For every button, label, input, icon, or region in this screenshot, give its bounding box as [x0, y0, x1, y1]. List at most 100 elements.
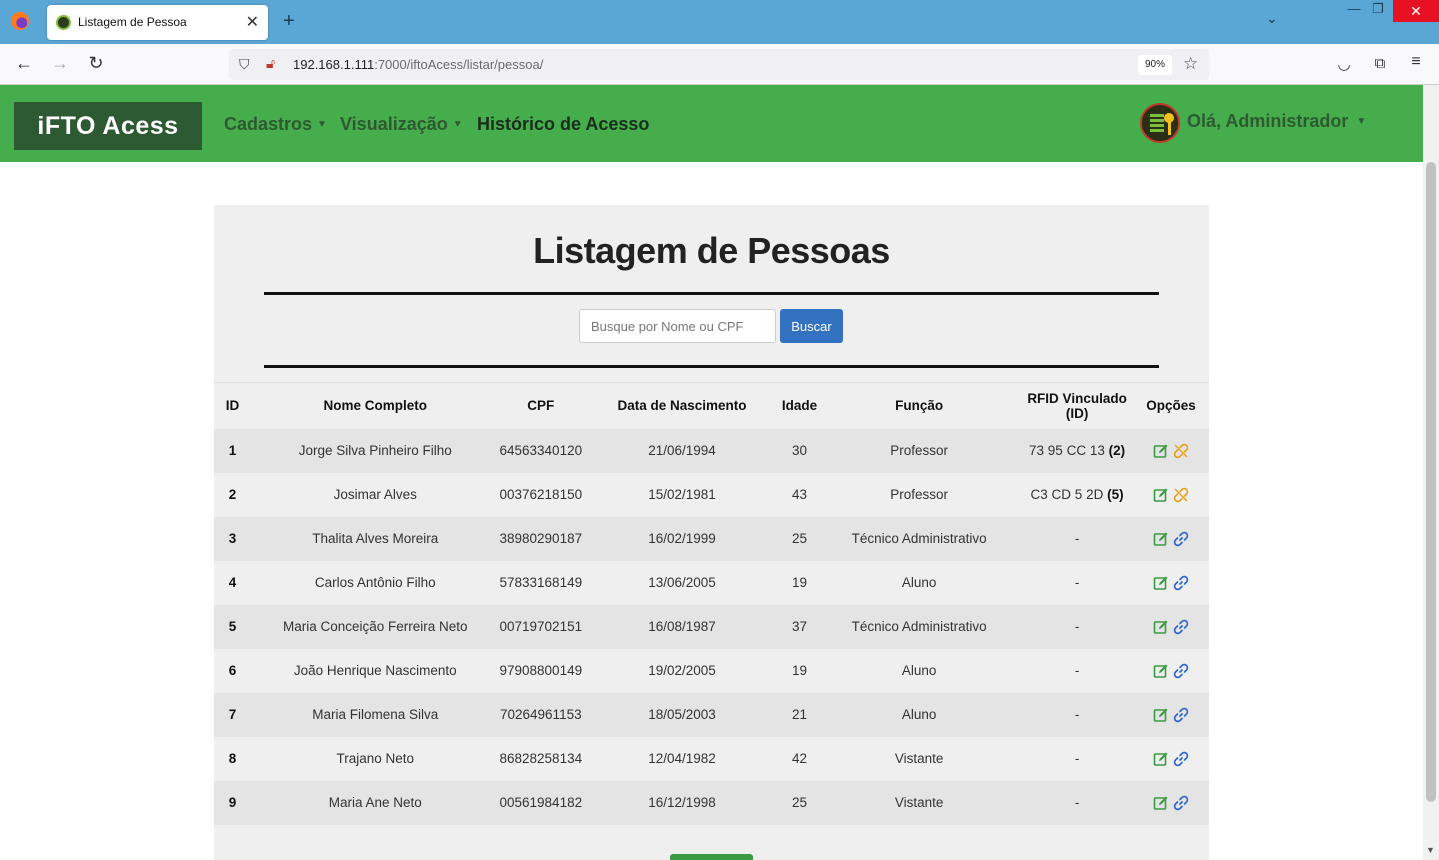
edit-icon[interactable]: [1153, 619, 1169, 635]
pocket-icon[interactable]: ◡: [1332, 55, 1356, 73]
cell-funcao: Vistante: [817, 780, 1022, 825]
shield-icon[interactable]: ⛉: [239, 56, 250, 73]
hamburger-menu-icon[interactable]: ≡: [1404, 53, 1428, 71]
cell-nascimento: 16/08/1987: [582, 604, 782, 649]
table-row: 5 Maria Conceição Ferreira Neto 00719702…: [214, 604, 1209, 649]
edit-icon[interactable]: [1153, 487, 1169, 503]
rfid-tag: -: [1074, 575, 1080, 590]
cell-idade: 21: [781, 692, 818, 737]
table-row: 4 Carlos Antônio Filho 57833168149 13/06…: [214, 560, 1209, 605]
unlink-icon[interactable]: [1173, 443, 1189, 459]
search-input[interactable]: [579, 309, 776, 343]
link-icon[interactable]: [1173, 531, 1189, 547]
bookmark-star-icon[interactable]: ☆: [1183, 54, 1198, 74]
edit-icon[interactable]: [1153, 751, 1169, 767]
col-header-funcao[interactable]: Função: [817, 382, 1022, 429]
user-menu[interactable]: Olá, Administrador ▼: [1187, 111, 1366, 132]
cell-idade: 25: [781, 780, 818, 825]
edit-icon[interactable]: [1153, 795, 1169, 811]
cell-id: 5: [214, 604, 251, 649]
menu-visualizacao[interactable]: Visualização ▼: [340, 114, 463, 135]
restore-icon[interactable]: ❐: [1363, 1, 1393, 17]
scroll-down-arrow-icon[interactable]: ▼: [1426, 845, 1435, 855]
cell-idade: 25: [781, 516, 818, 561]
extensions-icon[interactable]: ⧉: [1368, 55, 1392, 72]
reload-icon[interactable]: ↻: [84, 53, 108, 74]
menu-cadastros[interactable]: Cadastros ▼: [224, 114, 327, 135]
col-header-nascimento[interactable]: Data de Nascimento: [582, 382, 782, 429]
cell-rfid: 73 95 CC 13 (2): [1021, 428, 1134, 473]
cell-options: [1133, 736, 1209, 781]
col-header-idade[interactable]: Idade: [781, 382, 818, 429]
unlink-icon[interactable]: [1173, 487, 1189, 503]
rfid-id: (2): [1108, 443, 1126, 458]
cell-nascimento: 13/06/2005: [582, 560, 782, 605]
cell-id: 9: [214, 780, 251, 825]
cell-cpf: 38980290187: [499, 516, 583, 561]
col-header-opcoes: Opções: [1133, 382, 1209, 429]
edit-icon[interactable]: [1153, 531, 1169, 547]
cell-funcao: Vistante: [817, 736, 1022, 781]
edit-icon[interactable]: [1153, 663, 1169, 679]
table-row: 1 Jorge Silva Pinheiro Filho 64563340120…: [214, 428, 1209, 473]
url-text[interactable]: 192.168.1.111:7000/iftoAcess/listar/pess…: [293, 57, 543, 72]
tab-favicon-icon: [56, 15, 71, 30]
table-row: 8 Trajano Neto 86828258134 12/04/1982 42…: [214, 736, 1209, 781]
bottom-action-button[interactable]: [670, 854, 753, 860]
edit-icon[interactable]: [1153, 575, 1169, 591]
cell-nome: Maria Filomena Silva: [251, 692, 500, 737]
col-header-id[interactable]: ID: [214, 382, 251, 429]
cell-rfid: C3 CD 5 2D (5): [1021, 472, 1134, 517]
cell-nascimento: 12/04/1982: [582, 736, 782, 781]
browser-tab[interactable]: Listagem de Pessoa ✕: [47, 5, 268, 40]
cell-nascimento: 16/12/1998: [582, 780, 782, 825]
rfid-tag: 73 95 CC 13: [1029, 443, 1105, 458]
cell-rfid: -: [1021, 560, 1134, 605]
brand-logo[interactable]: iFTO Acess: [14, 102, 202, 150]
cell-options: [1133, 604, 1209, 649]
caret-down-icon: ▼: [1356, 116, 1367, 127]
window-close-icon[interactable]: ✕: [1393, 0, 1439, 22]
tab-close-icon[interactable]: ✕: [246, 12, 259, 32]
rfid-tag: -: [1074, 531, 1080, 546]
link-icon[interactable]: [1173, 619, 1189, 635]
col-header-cpf[interactable]: CPF: [499, 382, 583, 429]
scrollbar-thumb[interactable]: [1426, 162, 1436, 802]
cell-rfid: -: [1021, 736, 1134, 781]
cell-id: 7: [214, 692, 251, 737]
link-icon[interactable]: [1173, 795, 1189, 811]
forward-arrow-icon[interactable]: →: [48, 53, 72, 74]
avatar-key-icon: [1164, 113, 1174, 135]
cell-id: 3: [214, 516, 251, 561]
link-icon[interactable]: [1173, 707, 1189, 723]
list-tabs-chevron-icon[interactable]: ⌄: [1266, 10, 1278, 27]
link-icon[interactable]: [1173, 663, 1189, 679]
edit-icon[interactable]: [1153, 707, 1169, 723]
col-header-nome[interactable]: Nome Completo: [251, 382, 500, 429]
new-tab-icon[interactable]: +: [283, 10, 295, 33]
rfid-tag: -: [1074, 707, 1080, 722]
app-header: iFTO Acess Cadastros ▼ Visualização ▼ Hist…: [0, 85, 1423, 162]
cell-nascimento: 21/06/1994: [582, 428, 782, 473]
rfid-tag: -: [1074, 663, 1080, 678]
col-header-rfid[interactable]: RFID Vinculado (ID): [1021, 382, 1134, 429]
address-bar[interactable]: ⛉ 🔓︎ 192.168.1.111:7000/iftoAcess/listar…: [229, 49, 1209, 80]
cell-nome: Josimar Alves: [251, 472, 500, 517]
page-scrollbar[interactable]: ▼: [1423, 85, 1439, 860]
cell-id: 4: [214, 560, 251, 605]
search-button[interactable]: Buscar: [780, 309, 843, 343]
edit-icon[interactable]: [1153, 443, 1169, 459]
cell-nome: Maria Ane Neto: [251, 780, 500, 825]
cell-funcao: Professor: [817, 428, 1022, 473]
zoom-level[interactable]: 90%: [1138, 55, 1172, 75]
title-divider: [264, 292, 1159, 295]
table-row: 3 Thalita Alves Moreira 38980290187 16/0…: [214, 516, 1209, 561]
link-icon[interactable]: [1173, 751, 1189, 767]
cell-idade: 30: [781, 428, 818, 473]
user-avatar[interactable]: [1140, 103, 1180, 143]
menu-historico-acesso[interactable]: Histórico de Acesso: [477, 114, 649, 135]
cell-cpf: 00719702151: [499, 604, 583, 649]
back-arrow-icon[interactable]: ←: [12, 53, 36, 74]
insecure-lock-icon[interactable]: 🔓︎: [266, 55, 275, 72]
link-icon[interactable]: [1173, 575, 1189, 591]
